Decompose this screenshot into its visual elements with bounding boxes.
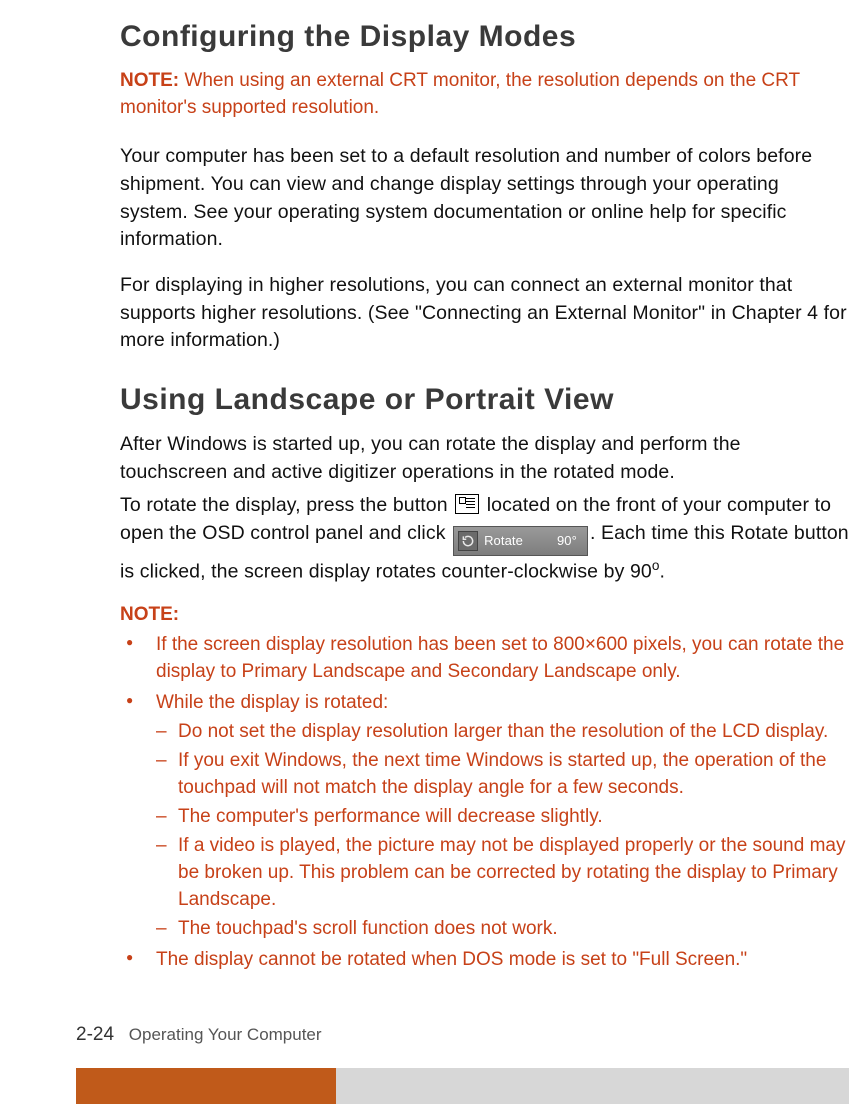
rotate-button: Rotate 90° bbox=[453, 526, 588, 556]
bar-gray bbox=[336, 1068, 849, 1104]
degree-superscript: o bbox=[652, 558, 660, 573]
chapter-title: Operating Your Computer bbox=[129, 1025, 322, 1044]
rotate-text-post2: . bbox=[660, 561, 666, 583]
footer: 2-24 Operating Your Computer bbox=[0, 1024, 849, 1104]
sub-item-video: If a video is played, the picture may no… bbox=[156, 833, 849, 914]
page-number: 2-24 bbox=[76, 1024, 114, 1045]
page-footer-text: 2-24 Operating Your Computer bbox=[0, 1024, 849, 1046]
rotate-button-label: Rotate bbox=[484, 532, 523, 550]
note-item-rotated-text: While the display is rotated: bbox=[156, 692, 388, 713]
footer-bars bbox=[0, 1068, 849, 1104]
note-sublist: Do not set the display resolution larger… bbox=[156, 719, 849, 943]
rotate-button-degrees: 90° bbox=[557, 532, 577, 550]
note-text: When using an external CRT monitor, the … bbox=[120, 70, 800, 118]
note-block-label: NOTE: bbox=[120, 604, 849, 626]
para-higher-resolutions: For displaying in higher resolutions, yo… bbox=[120, 272, 849, 355]
note-list: If the screen display resolution has bee… bbox=[120, 632, 849, 974]
note-crt: NOTE: When using an external CRT monitor… bbox=[120, 68, 849, 121]
rotate-text-pre: To rotate the display, press the button bbox=[120, 494, 453, 516]
note-item-resolution: If the screen display resolution has bee… bbox=[120, 632, 849, 686]
para-rotate-instructions: To rotate the display, press the button … bbox=[120, 492, 849, 586]
heading-configuring: Configuring the Display Modes bbox=[120, 20, 849, 54]
sub-item-touchpad-scroll: The touchpad's scroll function does not … bbox=[156, 916, 849, 943]
sub-item-performance: The computer's performance will decrease… bbox=[156, 804, 849, 831]
bar-white bbox=[0, 1068, 76, 1104]
note-item-rotated: While the display is rotated: Do not set… bbox=[120, 690, 849, 943]
osd-button-icon bbox=[455, 494, 479, 514]
note-item-dos: The display cannot be rotated when DOS m… bbox=[120, 947, 849, 974]
content-area: Configuring the Display Modes NOTE: When… bbox=[0, 20, 849, 974]
rotate-icon bbox=[458, 531, 478, 551]
sub-item-exit-windows: If you exit Windows, the next time Windo… bbox=[156, 748, 849, 802]
heading-landscape-portrait: Using Landscape or Portrait View bbox=[120, 383, 849, 417]
para-default-resolution: Your computer has been set to a default … bbox=[120, 143, 849, 254]
bar-orange bbox=[76, 1068, 336, 1104]
note-label: NOTE: bbox=[120, 70, 179, 91]
para-after-windows: After Windows is started up, you can rot… bbox=[120, 431, 849, 486]
page: Configuring the Display Modes NOTE: When… bbox=[0, 0, 849, 1104]
sub-item-resolution-limit: Do not set the display resolution larger… bbox=[156, 719, 849, 746]
